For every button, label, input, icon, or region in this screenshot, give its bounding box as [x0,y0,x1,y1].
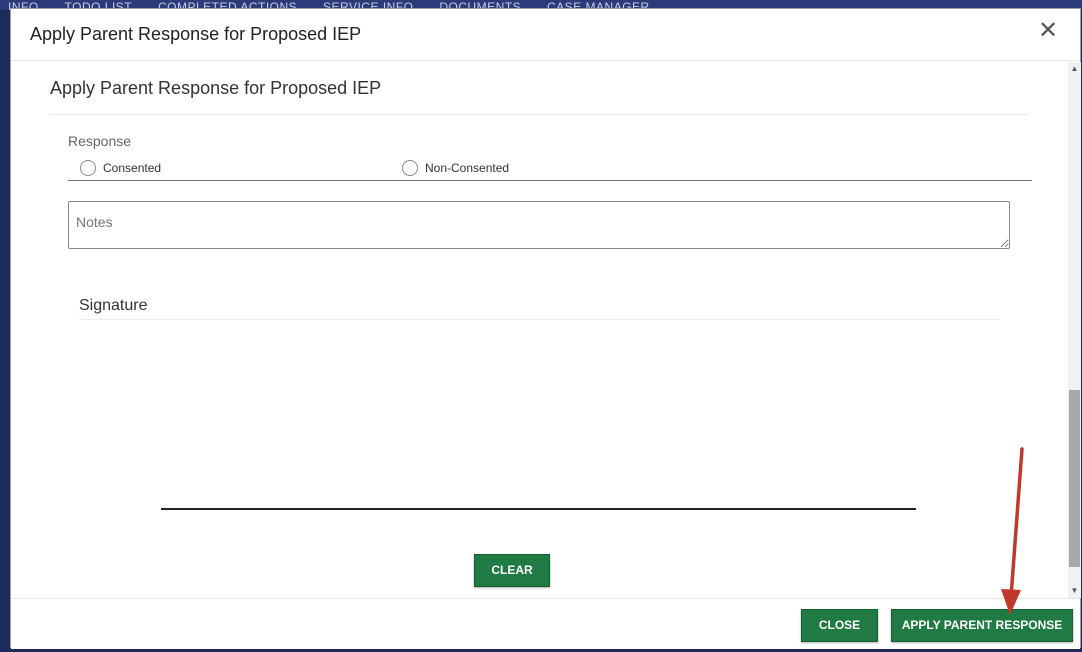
radio-consented[interactable]: Consented [80,160,161,176]
radio-consented-label: Consented [103,161,162,175]
clear-signature-button[interactable]: CLEAR [474,554,550,587]
close-button[interactable]: CLOSE [801,609,878,642]
response-label: Response [68,133,132,149]
scroll-thumb[interactable] [1069,390,1080,567]
radio-circle-icon[interactable] [402,160,418,176]
scroll-down-arrow-icon[interactable]: ▼ [1068,584,1081,598]
radio-circle-icon[interactable] [80,160,96,176]
dialog-footer: CLOSE APPLY PARENT RESPONSE [11,598,1080,649]
response-radio-group: Consented Non-Consented [68,156,1032,181]
signature-title: Signature [79,297,148,314]
section-title: Apply Parent Response for Proposed IEP [50,78,382,98]
signature-pad[interactable] [161,328,916,508]
apply-parent-response-button[interactable]: APPLY PARENT RESPONSE [891,609,1073,642]
dialog-header: Apply Parent Response for Proposed IEP ✕ [11,9,1080,61]
section-divider [50,114,1028,115]
close-icon[interactable]: ✕ [1036,19,1060,43]
radio-non-consented[interactable]: Non-Consented [402,160,509,176]
dialog-scrollbar[interactable]: ▲ ▼ [1068,62,1081,598]
radio-non-consented-label: Non-Consented [425,161,510,175]
scroll-up-arrow-icon[interactable]: ▲ [1068,62,1081,76]
notes-textarea[interactable] [68,201,1010,249]
dialog-title: Apply Parent Response for Proposed IEP [30,24,362,44]
signature-baseline [161,508,916,510]
parent-response-dialog: Apply Parent Response for Proposed IEP ✕… [10,8,1081,649]
signature-divider [79,319,999,320]
dialog-body: Apply Parent Response for Proposed IEP R… [11,62,1067,598]
